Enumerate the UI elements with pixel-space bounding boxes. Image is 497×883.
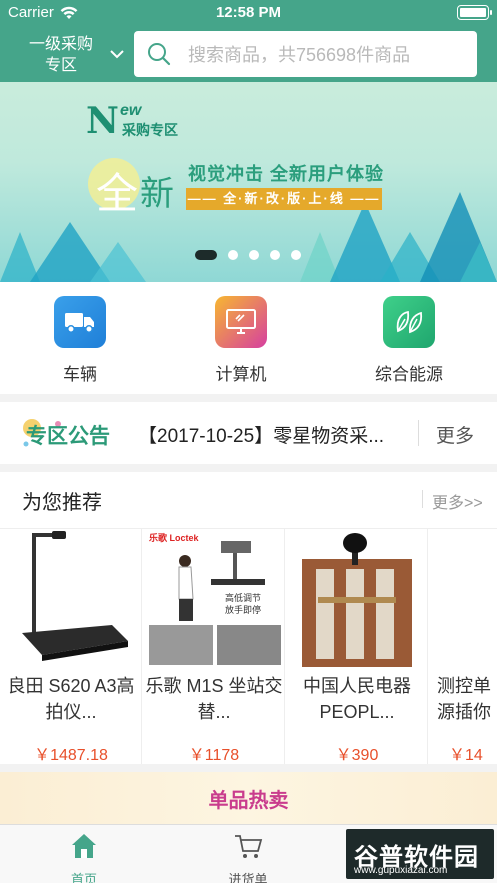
search-placeholder: 搜索商品，共756698件商品 xyxy=(188,45,411,65)
status-bar: Carrier 12:58 PM xyxy=(0,0,497,26)
divider xyxy=(422,490,423,508)
notice-text[interactable]: 【2017-10-25】零星物资采... xyxy=(138,421,384,448)
carousel-dots[interactable] xyxy=(195,250,301,260)
computer-icon xyxy=(215,296,267,348)
product-name: 良田 S620 A3高拍仪... xyxy=(7,676,135,722)
header: 一级采购专区 搜索商品，共756698件商品 xyxy=(0,26,497,82)
watermark-url: www.gupuxiazai.com xyxy=(354,865,448,876)
product-price: ￥1487.18 xyxy=(34,747,108,764)
carousel-dot[interactable] xyxy=(228,250,238,260)
battery-icon xyxy=(457,5,492,20)
product-name: 中国人民电器 PEOPL... xyxy=(303,676,411,722)
category-label: 综合能源 xyxy=(375,365,443,384)
chevron-down-icon xyxy=(110,50,124,59)
section-title: 为您推荐 xyxy=(22,492,102,514)
category-vehicle[interactable]: 车辆 xyxy=(20,296,140,385)
notice-more-link[interactable]: 更多 xyxy=(436,421,474,448)
recommend-section: 为您推荐 更多>> 良田 S620 A3高拍仪... ￥1487.18 乐歌 L… xyxy=(0,472,497,764)
status-time: 12:58 PM xyxy=(215,4,282,21)
tab-label: 首页 xyxy=(70,872,97,883)
product-price: ￥390 xyxy=(335,747,379,764)
product-name: 测控单 源插你 xyxy=(437,676,491,722)
product-list[interactable]: 良田 S620 A3高拍仪... ￥1487.18 乐歌 Loctek 高低调节… xyxy=(0,528,497,764)
product-card[interactable]: 乐歌 Loctek 高低调节 放手即停 乐歌 M1S 坐站交替... ￥1178 xyxy=(143,529,285,764)
tab-label: 进货单 xyxy=(228,872,268,883)
notice-logo: 专区公告 xyxy=(26,425,110,448)
zone-selector[interactable]: 一级采购专区 xyxy=(26,33,126,77)
watermark: 谷普软件园 www.gupuxiazai.com xyxy=(346,829,494,879)
zone-label: 一级采购专区 xyxy=(28,36,93,74)
product-brand-label: 乐歌 Loctek xyxy=(149,533,199,543)
banner-logo-sup: ew xyxy=(120,102,142,119)
carousel-dot[interactable] xyxy=(249,250,259,260)
category-label: 计算机 xyxy=(215,365,267,384)
hot-items-label: 单品热卖 xyxy=(208,790,289,812)
tab-home[interactable]: 首页 xyxy=(44,831,124,883)
divider xyxy=(418,420,419,446)
product-card[interactable]: 测控单 源插你 ￥14 xyxy=(429,529,497,764)
search-input[interactable]: 搜索商品，共756698件商品 xyxy=(134,31,477,77)
product-caption: 放手即停 xyxy=(225,605,262,615)
promo-banner[interactable]: N ew 采购专区 全 新 视觉冲击 全新用户体验 —— 全·新·改·版·上·线… xyxy=(0,82,497,282)
cart-icon xyxy=(235,835,263,858)
banner-big-char-1: 全 xyxy=(96,169,139,218)
banner-logo-letter: N xyxy=(86,100,119,142)
banner-tagline: 视觉冲击 全新用户体验 xyxy=(188,164,384,184)
banner-logo-sub: 采购专区 xyxy=(122,122,178,138)
product-card[interactable]: 良田 S620 A3高拍仪... ￥1487.18 xyxy=(0,529,142,764)
category-computer[interactable]: 计算机 xyxy=(181,296,301,385)
recommend-more-link[interactable]: 更多>> xyxy=(432,489,483,513)
home-icon xyxy=(72,834,96,858)
product-price: ￥14 xyxy=(449,747,483,764)
banner-strip: —— 全·新·改·版·上·线 —— xyxy=(186,188,382,210)
hot-items-banner[interactable]: 单品热卖 xyxy=(0,772,497,824)
carousel-dot[interactable] xyxy=(291,250,301,260)
notice-bar[interactable]: 专区公告 【2017-10-25】零星物资采... 更多 xyxy=(0,402,497,464)
category-grid: 车辆 计算机 综合能源 xyxy=(0,282,497,394)
leaf-icon xyxy=(383,296,435,348)
product-image xyxy=(288,529,426,667)
category-energy[interactable]: 综合能源 xyxy=(349,296,469,385)
tab-cart[interactable]: 进货单 xyxy=(208,831,288,883)
truck-icon xyxy=(54,296,106,348)
product-price: ￥1178 xyxy=(188,747,240,764)
banner-big-char-2: 新 xyxy=(140,175,174,213)
product-image: 乐歌 Loctek 高低调节 放手即停 xyxy=(145,529,283,667)
product-name: 乐歌 M1S 坐站交替... xyxy=(145,676,283,722)
carousel-dot[interactable] xyxy=(195,250,217,260)
product-card[interactable]: 中国人民电器 PEOPL... ￥390 xyxy=(286,529,428,764)
category-label: 车辆 xyxy=(63,365,97,384)
product-image xyxy=(2,529,140,667)
carousel-dot[interactable] xyxy=(270,250,280,260)
search-icon xyxy=(148,43,171,66)
